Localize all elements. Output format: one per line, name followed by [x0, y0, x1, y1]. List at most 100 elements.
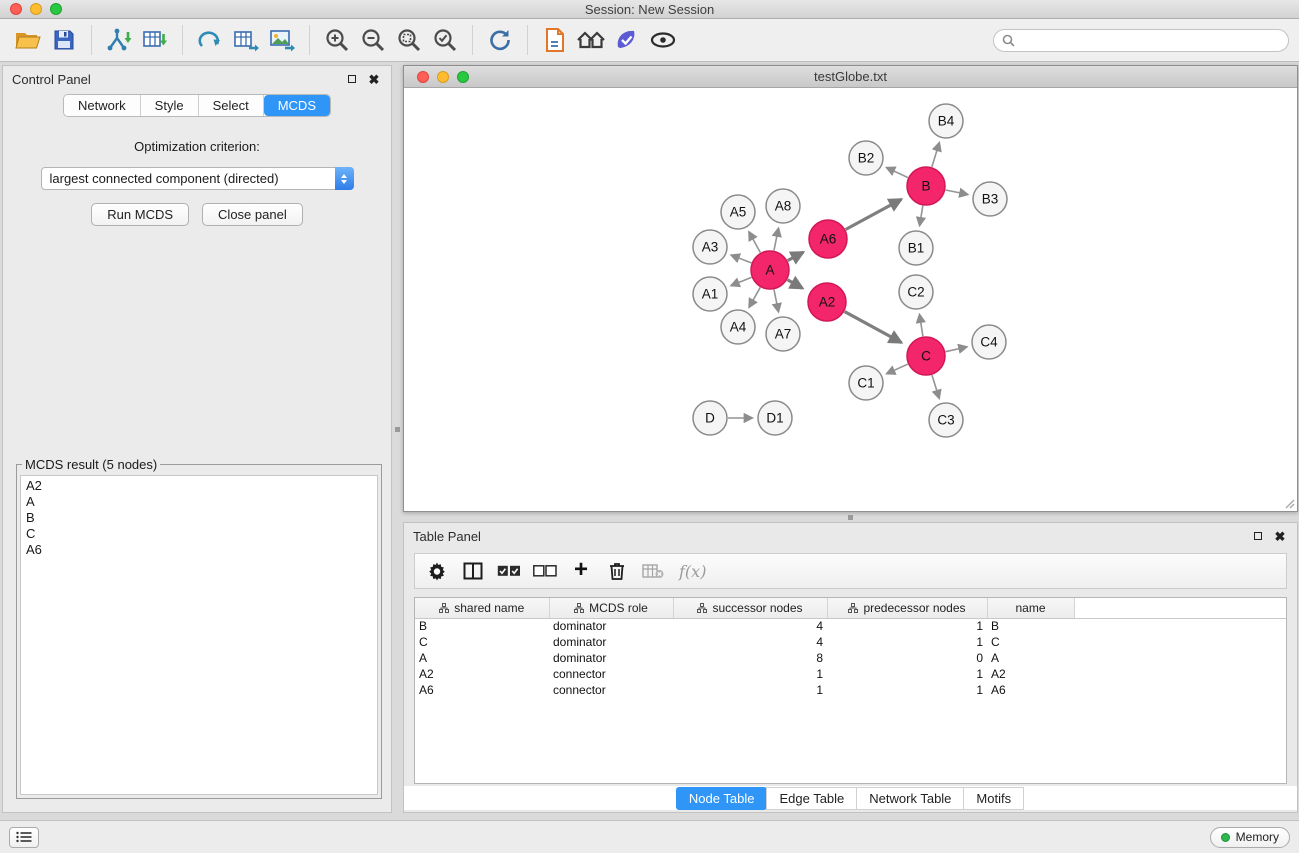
graph-node[interactable]: C3 [929, 403, 963, 437]
tab-network-table[interactable]: Network Table [856, 787, 964, 810]
function-builder-button[interactable]: f(x) [673, 562, 706, 581]
list-item[interactable]: A2 [26, 478, 377, 494]
graph-edge[interactable] [788, 252, 804, 260]
list-item[interactable]: C [26, 526, 377, 542]
graph-edge[interactable] [731, 255, 751, 263]
task-history-button[interactable] [9, 827, 39, 848]
graph-node[interactable]: B1 [899, 231, 933, 265]
column-header-mcds-role[interactable]: MCDS role [549, 598, 673, 618]
zoom-out-button[interactable] [355, 23, 391, 57]
close-table-panel-icon[interactable]: ✖ [1272, 528, 1288, 544]
graph-edge[interactable] [920, 206, 923, 226]
vertical-splitter[interactable] [392, 62, 403, 820]
graph-node[interactable]: A3 [693, 230, 727, 264]
float-table-panel-icon[interactable] [1250, 528, 1266, 544]
graph-node[interactable]: A1 [693, 277, 727, 311]
table-row[interactable]: A2connector11A2 [415, 666, 1286, 682]
search-input[interactable] [1020, 33, 1280, 47]
tab-network[interactable]: Network [64, 95, 141, 116]
graph-edge[interactable] [774, 290, 779, 312]
float-panel-icon[interactable] [344, 71, 360, 87]
table-settings-button[interactable] [421, 556, 453, 586]
network-canvas[interactable]: B4 B2 B B3 A5 A8 A6 B1 A3 A C2 A1 A2 A4 A7 C4 C C1 C3 D D1 [404, 89, 1297, 511]
graph-edge[interactable] [886, 168, 907, 178]
graph-node[interactable]: C1 [849, 366, 883, 400]
graph-node[interactable]: B [907, 167, 945, 205]
tab-mcds[interactable]: MCDS [264, 95, 330, 116]
close-panel-button[interactable]: Close panel [202, 203, 303, 226]
save-session-button[interactable] [46, 23, 82, 57]
graph-node[interactable]: A8 [766, 189, 800, 223]
graph-node[interactable]: A6 [809, 220, 847, 258]
graph-edge[interactable] [932, 375, 939, 398]
style-check-button[interactable] [609, 23, 645, 57]
graph-edge[interactable] [749, 287, 760, 307]
criterion-dropdown[interactable]: largest connected component (directed) [41, 167, 354, 190]
zoom-in-button[interactable] [319, 23, 355, 57]
list-item[interactable]: A6 [26, 542, 377, 558]
graph-node[interactable]: D [693, 401, 727, 435]
graph-edge[interactable] [946, 347, 967, 352]
tab-motifs[interactable]: Motifs [963, 787, 1024, 810]
network-window-titlebar[interactable]: testGlobe.txt [404, 66, 1297, 88]
graph-edge[interactable] [932, 143, 939, 167]
graph-node[interactable]: B3 [973, 182, 1007, 216]
resize-grip-icon[interactable] [1283, 497, 1295, 509]
graph-edge[interactable] [846, 199, 902, 229]
graph-node[interactable]: A4 [721, 310, 755, 344]
graph-edge[interactable] [731, 277, 752, 285]
export-table-button[interactable] [228, 23, 264, 57]
table-row[interactable]: Adominator80A [415, 650, 1286, 666]
graph-node[interactable]: B4 [929, 104, 963, 138]
import-table-button[interactable] [137, 23, 173, 57]
graph-node[interactable]: C [907, 337, 945, 375]
delete-table-button[interactable] [637, 556, 669, 586]
mcds-result-list[interactable]: A2ABCA6 [20, 475, 378, 795]
graph-node[interactable]: A5 [721, 195, 755, 229]
graph-node[interactable]: A [751, 251, 789, 289]
graph-edge[interactable] [787, 280, 802, 288]
table-row[interactable]: A6connector11A6 [415, 682, 1286, 698]
select-all-button[interactable] [493, 556, 525, 586]
window-titlebar[interactable]: Session: New Session [0, 0, 1299, 19]
graph-node[interactable]: C4 [972, 325, 1006, 359]
close-panel-icon[interactable]: ✖ [366, 71, 382, 87]
graph-node[interactable]: A7 [766, 317, 800, 351]
network-graph[interactable]: B4 B2 B B3 A5 A8 A6 B1 A3 A C2 A1 A2 A4 A7 C4 C C1 C3 D D1 [404, 89, 1297, 511]
import-network-button[interactable] [101, 23, 137, 57]
zoom-fit-button[interactable] [391, 23, 427, 57]
graph-edge[interactable] [749, 232, 760, 253]
table-row[interactable]: Bdominator41B [415, 618, 1286, 634]
graph-node[interactable]: B2 [849, 141, 883, 175]
tab-select[interactable]: Select [199, 95, 264, 116]
run-mcds-button[interactable]: Run MCDS [91, 203, 189, 226]
home-overview-button[interactable] [573, 23, 609, 57]
table-row[interactable]: Cdominator41C [415, 634, 1286, 650]
graph-node[interactable]: D1 [758, 401, 792, 435]
tab-node-table[interactable]: Node Table [676, 787, 768, 810]
graph-edge[interactable] [887, 364, 908, 374]
eye-button[interactable] [645, 23, 681, 57]
horizontal-splitter[interactable] [403, 512, 1298, 522]
add-row-button[interactable]: + [565, 556, 597, 586]
graph-node[interactable]: C2 [899, 275, 933, 309]
search-field[interactable] [993, 29, 1289, 52]
graph-edge[interactable] [919, 314, 922, 336]
zoom-selected-button[interactable] [427, 23, 463, 57]
export-network-button[interactable] [192, 23, 228, 57]
graph-edge[interactable] [946, 190, 968, 195]
graph-edge[interactable] [845, 312, 902, 343]
memory-button[interactable]: Memory [1210, 827, 1290, 848]
tab-style[interactable]: Style [141, 95, 199, 116]
column-header-shared-name[interactable]: shared name [415, 598, 549, 618]
open-session-button[interactable] [10, 23, 46, 57]
export-image-button[interactable] [264, 23, 300, 57]
graph-edge[interactable] [774, 228, 779, 250]
show-columns-button[interactable] [457, 556, 489, 586]
column-header-predecessor-nodes[interactable]: predecessor nodes [827, 598, 987, 618]
deselect-all-button[interactable] [529, 556, 561, 586]
document-layout-button[interactable] [537, 23, 573, 57]
list-item[interactable]: B [26, 510, 377, 526]
list-item[interactable]: A [26, 494, 377, 510]
graph-node[interactable]: A2 [808, 283, 846, 321]
